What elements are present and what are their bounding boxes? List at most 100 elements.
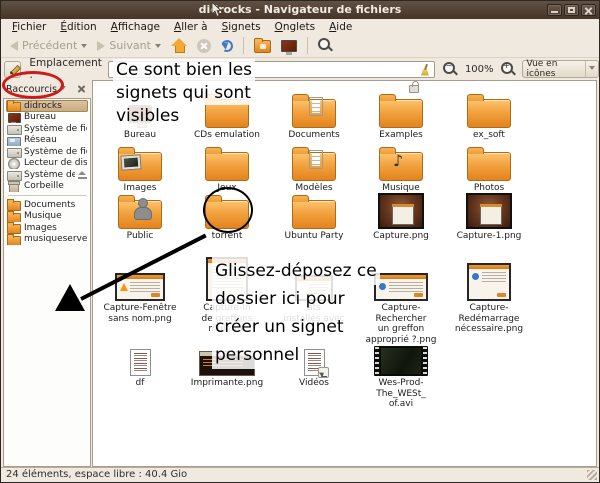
view-mode-select[interactable]: Vue en icônes xyxy=(522,60,599,78)
file-item-capture-1-png[interactable]: Capture-1.png xyxy=(447,191,531,242)
folder-icon xyxy=(467,152,511,181)
menu-fichier[interactable]: Fichier xyxy=(5,21,53,33)
file-manager-window: didrocks - Navigateur de fichiers Fichie… xyxy=(0,0,600,483)
menubar: FichierÉditionAffichageAller àSignetsOng… xyxy=(1,19,599,34)
computer-icon xyxy=(281,40,297,52)
sidebar-item-label: didrocks xyxy=(24,101,62,111)
file-label: Bureau xyxy=(124,130,156,141)
home-folder-icon xyxy=(254,40,271,53)
document-emblem-icon xyxy=(309,97,323,116)
forward-button-label: Suivant xyxy=(109,39,151,52)
file-item-examples[interactable]: Examples xyxy=(359,92,443,141)
sidebar-close-icon[interactable] xyxy=(77,85,86,94)
reload-button[interactable] xyxy=(217,38,237,54)
statusbar: 24 éléments, espace libre : 40.4 Gio xyxy=(1,467,599,482)
sidebar-item-syst-me-de-fichi[interactable]: Système de fichi... xyxy=(6,146,88,158)
status-text: 24 éléments, espace libre : 40.4 Gio xyxy=(6,469,187,480)
zoom-in-icon: + xyxy=(501,62,516,77)
sidebar-item-documents[interactable]: Documents xyxy=(6,199,88,211)
sidebar-item-bureau[interactable]: Bureau xyxy=(6,112,88,124)
sidebar-item-syst-me-de[interactable]: Système de ... xyxy=(6,169,88,181)
file-label: Capture- Redémarrage nécessaire.png xyxy=(455,303,523,335)
sidebar-item-lecteur-de-disqu[interactable]: Lecteur de disqu... xyxy=(6,158,88,170)
file-item-images[interactable]: Images xyxy=(98,145,182,194)
stop-icon xyxy=(197,39,211,53)
file-item-df[interactable]: df xyxy=(98,340,182,389)
file-label: df xyxy=(136,378,145,389)
location-bar: Emplacement : /home/didrocks − 100% + Vu… xyxy=(1,58,599,80)
file-item-ex-soft[interactable]: ex_soft xyxy=(447,92,531,141)
back-history-chevron-icon[interactable] xyxy=(81,44,87,51)
file-label: Imprimante.png xyxy=(191,378,263,389)
sidebar-item-label: Système de fichi... xyxy=(24,124,87,134)
sidebar-item-corbeille[interactable]: Corbeille xyxy=(6,181,88,193)
up-button[interactable] xyxy=(167,36,191,55)
folder-icon xyxy=(379,152,423,181)
sidebar-item-label: Corbeille xyxy=(24,181,64,191)
window-title: didrocks - Navigateur de fichiers xyxy=(1,1,599,19)
menu-onglets[interactable]: Onglets xyxy=(268,21,323,33)
forward-history-chevron-icon[interactable] xyxy=(155,44,161,51)
sidebar-item-label: Réseau xyxy=(24,135,57,145)
close-button[interactable] xyxy=(581,4,596,16)
back-arrow-icon xyxy=(10,41,18,51)
zoom-in-button[interactable]: + xyxy=(499,60,518,79)
menu-dition[interactable]: Édition xyxy=(53,21,103,33)
clear-location-icon[interactable] xyxy=(419,64,431,77)
titlebar[interactable]: didrocks - Navigateur de fichiers xyxy=(1,1,599,19)
sidebar-item-didrocks[interactable]: didrocks xyxy=(6,100,88,112)
resize-grip[interactable] xyxy=(587,470,597,480)
file-item-documents[interactable]: Documents xyxy=(272,92,356,141)
file-item-photos[interactable]: Photos xyxy=(447,145,531,194)
forward-arrow-icon xyxy=(97,41,105,51)
sidebar-separator xyxy=(8,195,86,196)
menu-affichage[interactable]: Affichage xyxy=(104,21,167,33)
annotation-arrowhead-triangle xyxy=(55,284,85,311)
disc-icon xyxy=(7,158,21,170)
menu-signets[interactable]: Signets xyxy=(215,21,268,33)
sidebar-item-label: Documents xyxy=(24,200,75,210)
zoom-out-button[interactable]: − xyxy=(435,60,460,79)
minimize-button[interactable] xyxy=(547,4,562,16)
sidebar-item-label: Lecteur de disqu... xyxy=(24,158,87,168)
sidebar-item-images[interactable]: Images xyxy=(6,222,88,234)
file-item-capture-png[interactable]: Capture.png xyxy=(359,191,443,242)
menu-aller[interactable]: Aller à xyxy=(167,21,215,33)
desktop-screenshot-thumbnail xyxy=(466,193,512,229)
text-file-icon xyxy=(130,349,151,376)
folder-icon xyxy=(7,199,21,211)
sidebar-item-label: Images xyxy=(24,223,57,233)
sidebar-item-r-seau[interactable]: Réseau xyxy=(6,135,88,147)
back-button[interactable]: Précédent xyxy=(6,37,91,54)
sidebar-item-musiqueserveur[interactable]: musiqueserveur xyxy=(6,234,88,246)
file-item-mod-les[interactable]: Modèles xyxy=(272,145,356,194)
menu-aide[interactable]: Aide xyxy=(322,21,359,33)
maximize-button[interactable] xyxy=(564,4,579,16)
file-item-ubuntu-party[interactable]: Ubuntu Party xyxy=(272,191,356,242)
file-label: ex_soft xyxy=(473,130,505,141)
home-icon xyxy=(7,100,21,112)
forward-button[interactable]: Suivant xyxy=(93,37,165,54)
stop-button[interactable] xyxy=(193,37,215,55)
zoom-out-icon: − xyxy=(443,62,458,77)
annotation-note-drag-drop: Glissez-déposez cedossier ici pourcréer … xyxy=(212,257,380,369)
file-item-public[interactable]: Public xyxy=(98,191,182,242)
folder-icon xyxy=(118,152,162,181)
document-emblem-icon xyxy=(309,150,323,169)
desktop-icon xyxy=(7,112,21,124)
file-item-musique[interactable]: Musique xyxy=(359,145,443,194)
home-button[interactable] xyxy=(250,36,275,55)
computer-button[interactable] xyxy=(277,37,301,54)
dialog-screenshot-thumbnail xyxy=(467,263,511,301)
file-label: Capture-1.png xyxy=(457,231,522,242)
file-item-capture[interactable]: Capture- Redémarrage nécessaire.png xyxy=(447,255,531,335)
eject-icon[interactable] xyxy=(78,171,87,179)
toolbar: Précédent Suivant xyxy=(1,34,599,58)
search-button[interactable] xyxy=(314,36,337,55)
file-label: Ubuntu Party xyxy=(285,231,344,242)
folder-icon xyxy=(205,152,249,181)
sidebar-item-musique[interactable]: Musique xyxy=(6,211,88,223)
sidebar-item-label: musiqueserveur xyxy=(24,234,87,244)
view-mode-chevron-icon xyxy=(585,61,598,77)
sidebar-item-syst-me-de-fichi[interactable]: Système de fichi... xyxy=(6,123,88,135)
